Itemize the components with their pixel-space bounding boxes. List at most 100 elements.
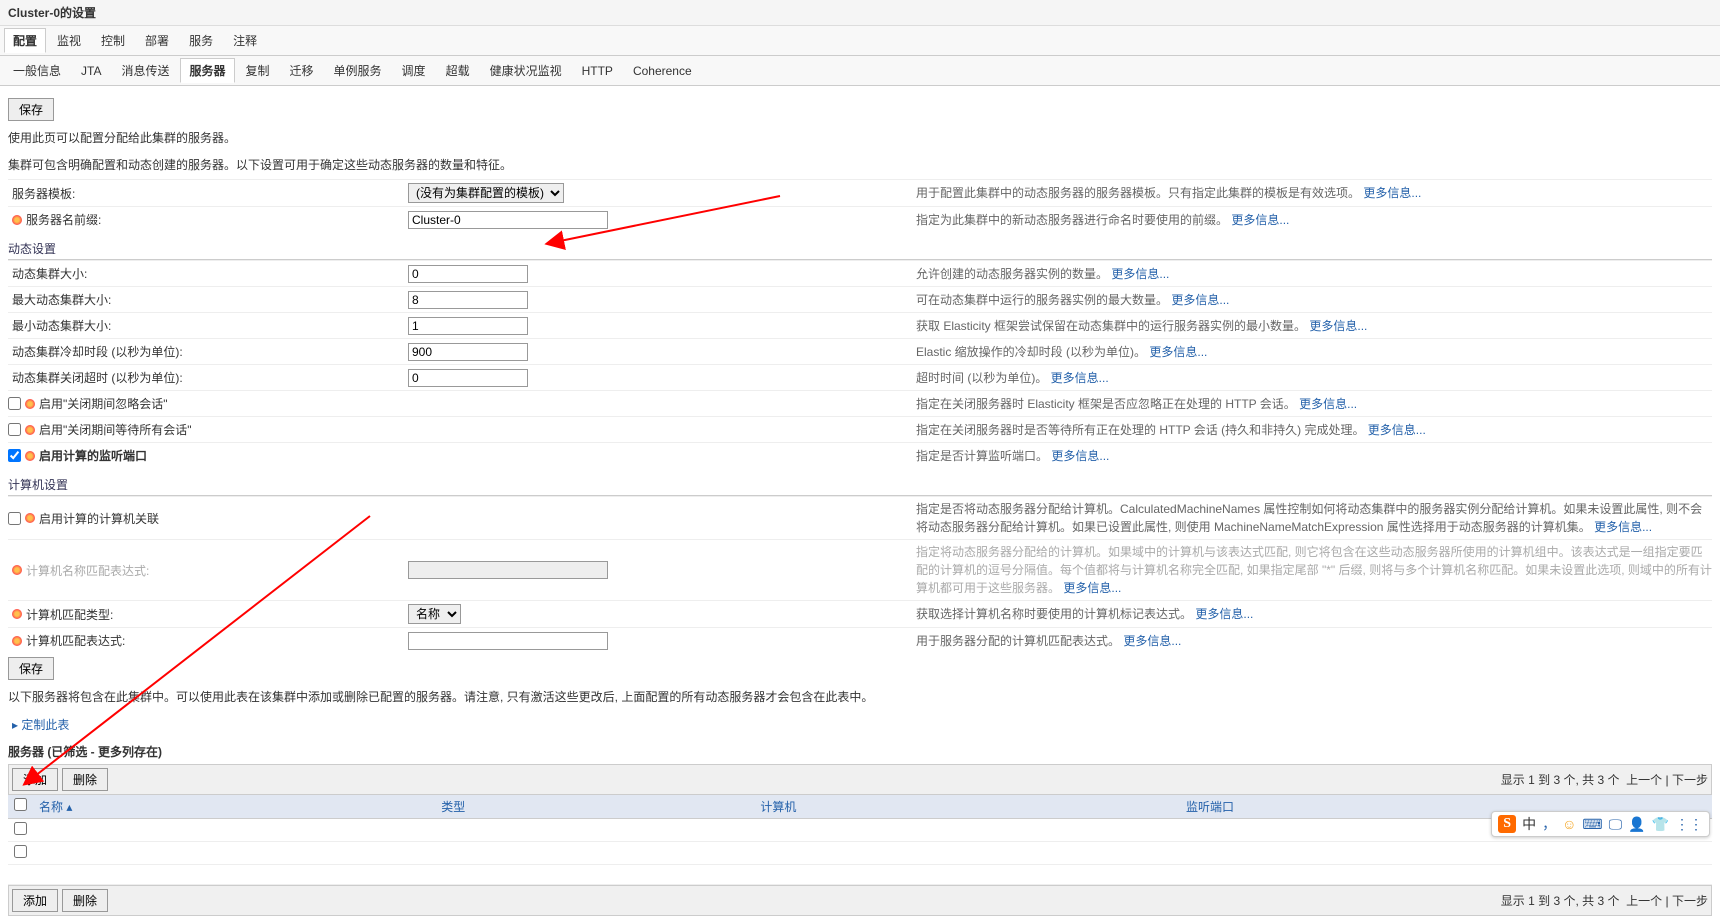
input-machine-match-expr2[interactable]	[408, 632, 608, 650]
checkbox-calc-listen-port[interactable]	[8, 449, 21, 462]
select-all-checkbox[interactable]	[14, 798, 27, 811]
input-max-dyn-size[interactable]	[408, 291, 528, 309]
row-checkbox[interactable]	[14, 845, 27, 858]
input-machine-match-expr	[408, 561, 608, 579]
ime-screen-icon[interactable]: 🖵	[1609, 816, 1623, 833]
label-min-dyn-size: 最小动态集群大小:	[8, 317, 408, 334]
tab-config[interactable]: 配置	[4, 28, 46, 53]
tab-deploy[interactable]: 部署	[136, 28, 178, 53]
save-button-bottom[interactable]: 保存	[8, 657, 54, 680]
restart-icon	[25, 425, 35, 435]
label-dyn-size: 动态集群大小:	[8, 265, 408, 282]
tab-notes[interactable]: 注释	[224, 28, 266, 53]
ime-menu-icon[interactable]: ⋮⋮	[1675, 816, 1703, 833]
add-button-bottom[interactable]: 添加	[12, 889, 58, 912]
input-shutdown-timeout[interactable]	[408, 369, 528, 387]
table-row	[8, 841, 1712, 864]
intro-2: 集群可包含明确配置和动态创建的服务器。以下设置可用于确定这些动态服务器的数量和特…	[8, 152, 1712, 179]
ime-lang[interactable]: 中	[1522, 814, 1536, 834]
subtab-http[interactable]: HTTP	[573, 60, 622, 82]
subtab-replication[interactable]: 复制	[237, 58, 279, 83]
more-info-link[interactable]: 更多信息...	[1231, 213, 1289, 227]
subtab-jta[interactable]: JTA	[72, 60, 110, 82]
label-wait-sessions: 启用"关闭期间等待所有会话"	[39, 421, 192, 438]
checkbox-calc-machine[interactable]	[8, 512, 21, 525]
help-machine-match-type: 获取选择计算机名称时要使用的计算机标记表达式。	[916, 607, 1192, 621]
select-server-template[interactable]: (没有为集群配置的模板)	[408, 183, 564, 203]
subtab-scheduling[interactable]: 调度	[393, 58, 435, 83]
help-calc-listen-port: 指定是否计算监听端口。	[916, 449, 1048, 463]
tab-control[interactable]: 控制	[92, 28, 134, 53]
delete-button-bottom[interactable]: 删除	[62, 889, 108, 912]
ime-punct[interactable]: ，	[1542, 814, 1556, 834]
more-info-link[interactable]: 更多信息...	[1171, 293, 1229, 307]
help-dyn-size: 允许创建的动态服务器实例的数量。	[916, 267, 1108, 281]
col-type[interactable]: 类型	[435, 795, 754, 819]
input-min-dyn-size[interactable]	[408, 317, 528, 335]
help-ignore-sessions: 指定在关闭服务器时 Elasticity 框架是否应忽略正在处理的 HTTP 会…	[916, 397, 1296, 411]
more-info-link[interactable]: 更多信息...	[1195, 607, 1253, 621]
more-info-link[interactable]: 更多信息...	[1149, 345, 1207, 359]
more-info-link[interactable]: 更多信息...	[1051, 449, 1109, 463]
table-row	[8, 818, 1712, 841]
tab-services[interactable]: 服务	[180, 28, 222, 53]
col-machine[interactable]: 计算机	[754, 795, 1180, 819]
label-machine-match-type: 计算机匹配类型:	[26, 606, 113, 623]
subtab-general[interactable]: 一般信息	[4, 58, 70, 83]
subtab-singleton[interactable]: 单例服务	[325, 58, 391, 83]
delete-button[interactable]: 删除	[62, 768, 108, 791]
table-title: 服务器 (已筛选 - 更多列存在)	[8, 739, 1712, 764]
next-link-bottom[interactable]: 下一步	[1672, 894, 1708, 908]
more-info-link[interactable]: 更多信息...	[1063, 581, 1121, 595]
save-button-top[interactable]: 保存	[8, 98, 54, 121]
more-info-link[interactable]: 更多信息...	[1051, 371, 1109, 385]
help-wait-sessions: 指定在关闭服务器时是否等待所有正在处理的 HTTP 会话 (持久和非持久) 完成…	[916, 423, 1364, 437]
ime-keyboard-icon[interactable]: ⌨	[1582, 816, 1602, 833]
checkbox-wait-sessions[interactable]	[8, 423, 21, 436]
restart-icon	[12, 636, 22, 646]
subtab-health[interactable]: 健康状况监视	[481, 58, 571, 83]
restart-icon	[25, 399, 35, 409]
input-server-name-prefix[interactable]	[408, 211, 608, 229]
label-shutdown-timeout: 动态集群关闭超时 (以秒为单位):	[8, 369, 408, 386]
subtab-overload[interactable]: 超载	[437, 58, 479, 83]
label-calc-machine: 启用计算的计算机关联	[39, 510, 159, 527]
prev-link[interactable]: 上一个	[1626, 773, 1662, 787]
row-checkbox[interactable]	[14, 822, 27, 835]
subtab-messaging[interactable]: 消息传送	[112, 58, 178, 83]
restart-icon	[25, 513, 35, 523]
restart-icon	[12, 215, 22, 225]
restart-icon	[12, 609, 22, 619]
tab-monitor[interactable]: 监视	[48, 28, 90, 53]
prev-link-bottom[interactable]: 上一个	[1626, 894, 1662, 908]
input-cooldown[interactable]	[408, 343, 528, 361]
subtab-migration[interactable]: 迁移	[281, 58, 323, 83]
help-server-name-prefix: 指定为此集群中的新动态服务器进行命名时要使用的前缀。	[916, 213, 1228, 227]
select-machine-match-type[interactable]: 名称	[408, 604, 461, 624]
checkbox-ignore-sessions[interactable]	[8, 397, 21, 410]
sogou-icon[interactable]: S	[1498, 815, 1516, 833]
label-max-dyn-size: 最大动态集群大小:	[8, 291, 408, 308]
section-machine: 计算机设置	[8, 474, 1712, 496]
ime-skin-icon[interactable]: 👕	[1652, 816, 1669, 833]
more-info-link[interactable]: 更多信息...	[1309, 319, 1367, 333]
note-text: 以下服务器将包含在此集群中。可以使用此表在该集群中添加或删除已配置的服务器。请注…	[8, 684, 1712, 711]
more-info-link[interactable]: 更多信息...	[1368, 423, 1426, 437]
ime-emoji[interactable]: ☺	[1562, 816, 1576, 832]
col-name[interactable]: 名称	[33, 795, 435, 819]
subtab-servers[interactable]: 服务器	[180, 58, 234, 83]
more-info-link[interactable]: 更多信息...	[1594, 520, 1652, 534]
top-tabs: 配置 监视 控制 部署 服务 注释	[0, 26, 1720, 56]
subtab-coherence[interactable]: Coherence	[624, 60, 701, 82]
help-calc-machine: 指定是否将动态服务器分配给计算机。CalculatedMachineNames …	[916, 502, 1702, 534]
label-machine-match-expr: 计算机名称匹配表达式:	[26, 562, 149, 579]
more-info-link[interactable]: 更多信息...	[1363, 186, 1421, 200]
add-button[interactable]: 添加	[12, 768, 58, 791]
more-info-link[interactable]: 更多信息...	[1123, 634, 1181, 648]
ime-user-icon[interactable]: 👤	[1628, 816, 1645, 833]
more-info-link[interactable]: 更多信息...	[1299, 397, 1357, 411]
next-link[interactable]: 下一步	[1672, 773, 1708, 787]
input-dyn-size[interactable]	[408, 265, 528, 283]
more-info-link[interactable]: 更多信息...	[1111, 267, 1169, 281]
customize-table-link[interactable]: ▸ 定制此表	[8, 712, 1712, 739]
